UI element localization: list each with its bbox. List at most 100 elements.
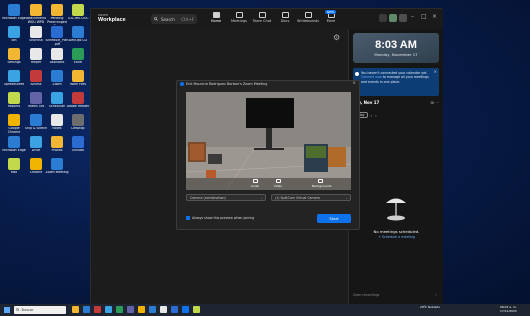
control-label: Backgrounds (312, 184, 332, 188)
desktop-icon[interactable]: Outlook (66, 136, 90, 157)
calendar-panel: 8:03 AM Monday, November 17 You haven't … (348, 29, 443, 305)
desktop-app-icon (72, 26, 84, 38)
desktop-icon[interactable]: Excel (66, 48, 90, 69)
desktop-app-icon (51, 92, 63, 104)
nav-tab-label: Docs (280, 19, 290, 23)
taskbar-app-icon[interactable] (94, 306, 101, 313)
taskbar-app-icon[interactable] (105, 306, 112, 313)
nav-tab-label: More (326, 19, 336, 23)
desktop-icon[interactable]: Bin (2, 26, 26, 47)
taskbar-app-icon[interactable] (116, 306, 123, 313)
empty-calendar-illustration (386, 198, 406, 221)
desktop-icon[interactable]: Settings (2, 48, 26, 69)
taskbar-app-icon[interactable] (182, 306, 189, 313)
desktop-icon[interactable]: TDL-IMS DOC (66, 4, 90, 25)
desktop-icon-label: Reports (7, 105, 21, 108)
desktop-icon[interactable]: Work Files (66, 70, 90, 91)
preview-control-button[interactable]: Video (270, 179, 286, 188)
nav-tab-icon (281, 12, 289, 18)
search-label: Search (161, 16, 175, 22)
close-notice-icon[interactable]: × (434, 69, 437, 74)
desktop-icon[interactable]: Zoom Meeting (45, 158, 69, 179)
desktop-app-icon (51, 26, 63, 38)
taskbar-app-icon[interactable] (171, 306, 178, 313)
apps-icon[interactable] (399, 14, 407, 22)
preview-control-button[interactable]: Audio (247, 179, 263, 188)
nav-tab[interactable]: Home (205, 12, 227, 23)
start-button[interactable]: Start (317, 214, 351, 223)
control-label: Audio (250, 184, 260, 188)
desktop-app-icon (72, 136, 84, 148)
desktop-app-icon (30, 70, 42, 82)
taskbar-app-icon[interactable] (193, 306, 200, 313)
calendar-tools[interactable]: ⊞ ⋯ (430, 100, 439, 105)
zoom-icon (180, 82, 184, 86)
taskbar-app-icon[interactable] (127, 306, 134, 313)
notifications-icon[interactable] (379, 14, 387, 22)
desktop-app-icon (51, 158, 63, 170)
desktop-icon[interactable]: Reports (2, 92, 26, 113)
nav-tab[interactable]: Meetings (228, 12, 250, 23)
taskbar-app-icon[interactable] (83, 306, 90, 313)
desktop-icon-label: Work Files (69, 83, 87, 86)
weather-status[interactable]: 20ºC Nublado (420, 305, 440, 309)
desktop-icon[interactable]: Microsoft Edge (2, 136, 26, 157)
gear-icon[interactable]: ⚙ (333, 33, 340, 42)
taskbar-app-icon[interactable] (138, 306, 145, 313)
microphone-select-value: (1) SplitCam Virtual Camera (275, 196, 320, 200)
taskbar-search-input[interactable]: Buscar (14, 306, 66, 314)
desktop-icon[interactable]: Microsoft Edge (2, 4, 26, 25)
windows-start-icon[interactable] (4, 307, 10, 313)
taskbar: Buscar 20ºC Nublado 08:03 a. m. 17/11/20… (0, 304, 530, 316)
dialog-close-icon[interactable]: × (352, 81, 356, 86)
taskbar-app-icon[interactable] (149, 306, 156, 313)
connect-now-link[interactable]: Connect now (361, 75, 382, 79)
desktop-app-icon (72, 114, 84, 126)
preview-control-button[interactable]: Backgrounds (312, 179, 332, 188)
calendar-connect-notice: You haven't connected your calendar yet.… (353, 68, 439, 96)
system-clock[interactable]: 08:03 a. m. 17/11/2025 (500, 305, 517, 313)
desktop-icon-label: Mail (10, 171, 18, 174)
always-preview-label: Always show this preview when joining (192, 216, 255, 220)
desktop-icon-label: Spreadsheet (3, 83, 25, 86)
nav-tab[interactable]: Docs (274, 12, 296, 23)
calendar-nav-row: Today ‹ › (352, 111, 440, 119)
nav-tab-label: Whiteboards (297, 19, 320, 23)
desktop-icon[interactable]: Mail (2, 158, 26, 179)
avatar[interactable] (389, 14, 397, 22)
open-recordings-link[interactable]: Open recordings (353, 293, 379, 297)
clock-time: 8:03 AM (375, 39, 417, 51)
taskbar-app-icon[interactable] (160, 306, 167, 313)
desktop-app-icon (30, 26, 42, 38)
desktop-icon[interactable]: DevOps CLI (66, 26, 90, 47)
clock-date: Monday, November 17 (374, 52, 418, 57)
desktop-icon-label: Microsoft Edge (2, 17, 26, 20)
nav-tab[interactable]: Whiteboards (297, 12, 319, 23)
desktop-icon[interactable]: Google Chrome (2, 114, 26, 135)
camera-select[interactable]: Camera (combination) ⌄ (186, 194, 266, 201)
nav-tab-icon (304, 12, 312, 18)
desktop-icon-label: Excel (73, 61, 83, 64)
desktop-icon[interactable]: Desktop (66, 114, 90, 135)
desktop-icon[interactable]: Adobe Reader (66, 92, 90, 113)
chevron-right-icon[interactable]: › (435, 292, 437, 297)
chevron-right-icon[interactable]: › (375, 113, 377, 118)
desktop-app-icon (8, 136, 20, 148)
nav-tab[interactable]: Team Chat (251, 12, 273, 23)
desktop-app-icon (72, 70, 84, 82)
close-icon[interactable]: × (432, 13, 437, 20)
maximize-icon[interactable]: □ (421, 13, 427, 20)
chevron-left-icon[interactable]: ‹ (371, 113, 373, 118)
checkbox-checked-icon[interactable] (186, 216, 190, 220)
nav-tab-label: Team Chat (252, 19, 272, 23)
always-preview-checkbox[interactable]: Always show this preview when joining (186, 216, 254, 220)
desktop-icon-label: Adobe Reader (66, 105, 90, 108)
desktop-icon[interactable]: Spreadsheet (2, 70, 26, 91)
minimize-icon[interactable]: – (411, 13, 414, 20)
taskbar-app-icon[interactable] (72, 306, 79, 313)
search-input[interactable]: Search Ctrl+F (151, 14, 197, 24)
microphone-select[interactable]: (1) SplitCam Virtual Camera ⌄ (271, 194, 351, 201)
desktop-app-icon (30, 4, 42, 16)
control-icon (317, 179, 323, 183)
schedule-meeting-link[interactable]: + Schedule a meeting (349, 235, 444, 239)
